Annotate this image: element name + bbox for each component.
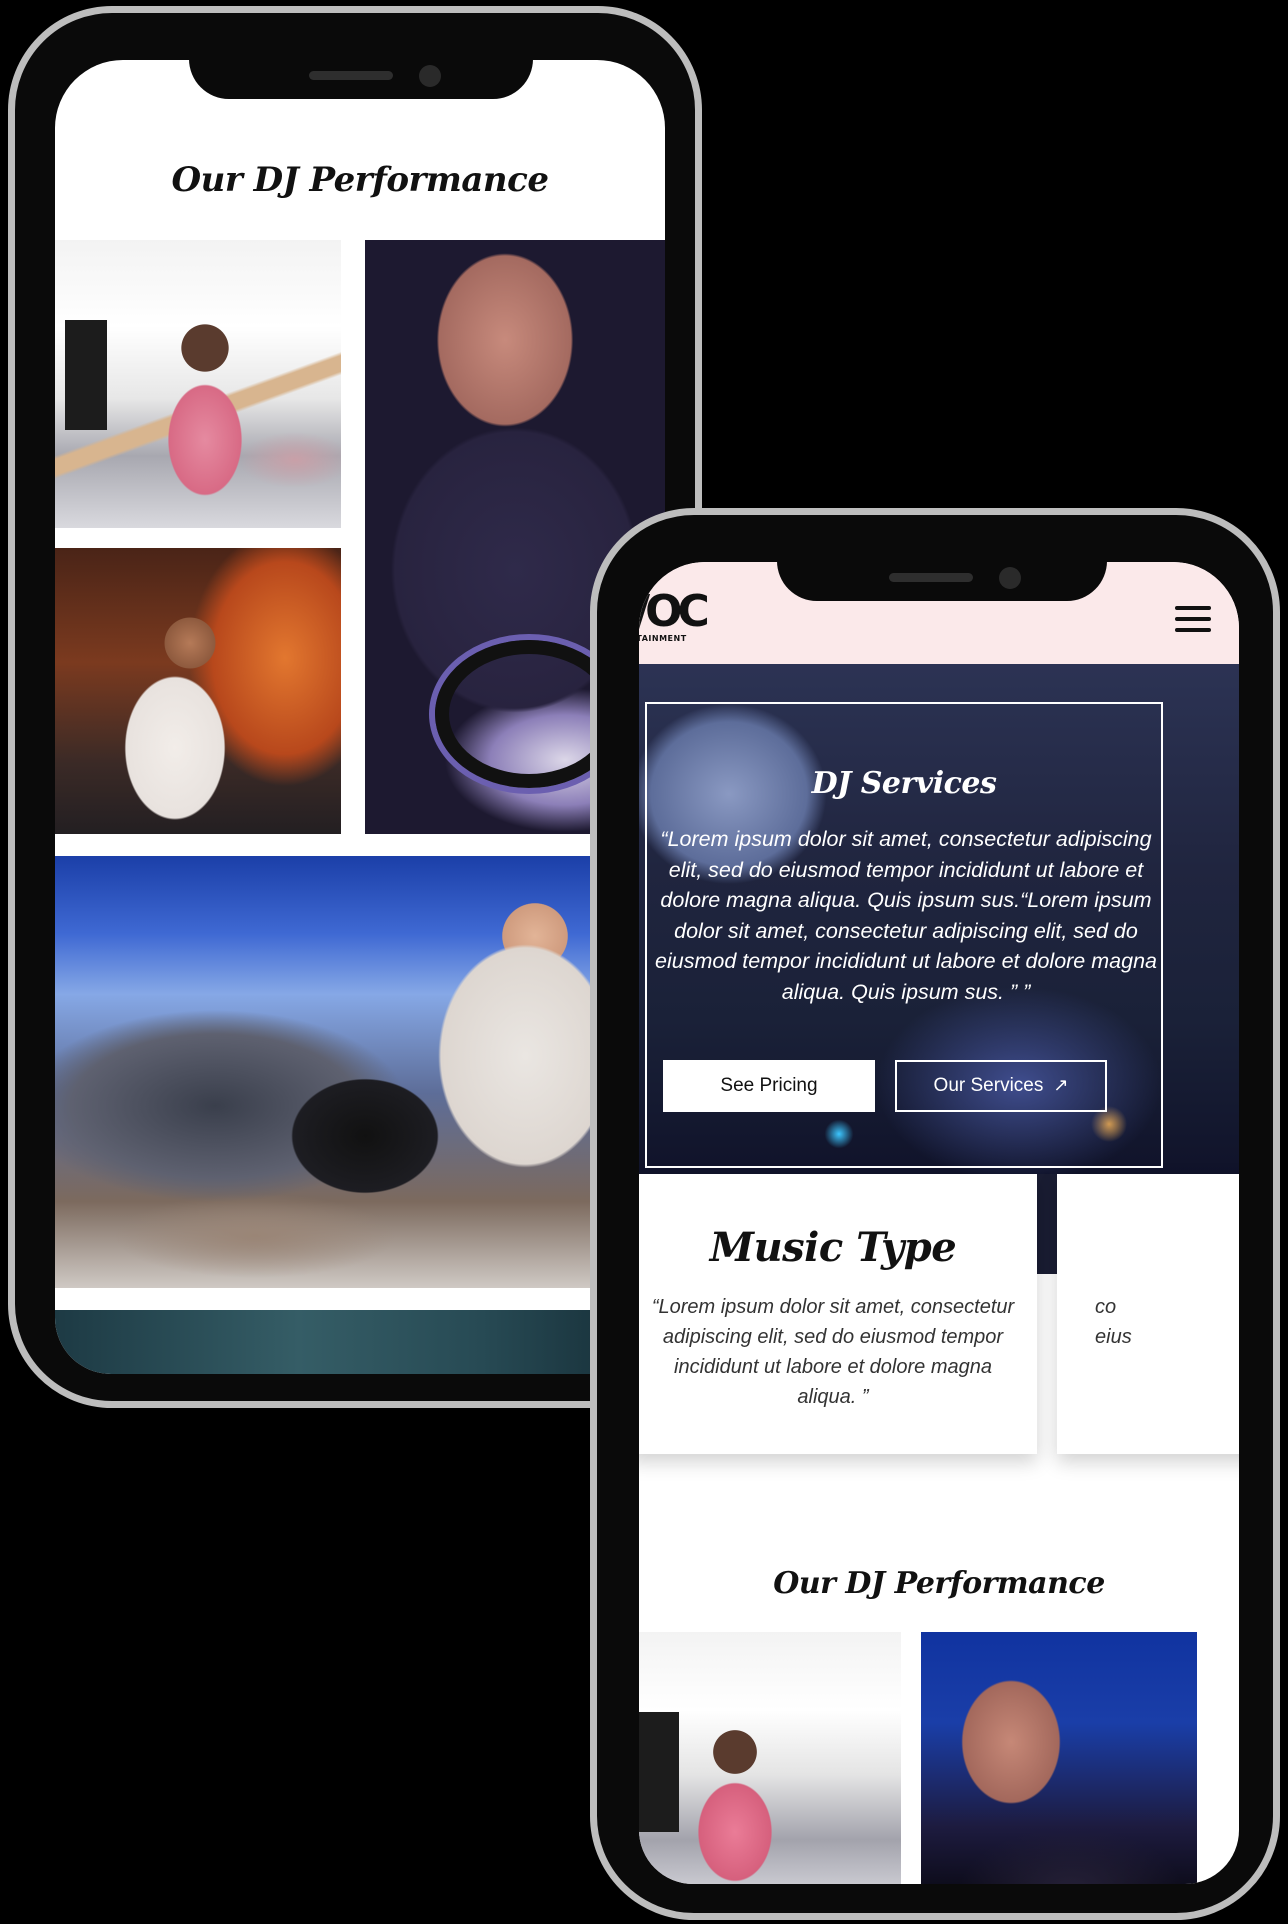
dj-arm-raised-photo[interactable] <box>55 240 341 528</box>
phone-screen-left: Our DJ Performance <box>55 60 665 1374</box>
next-photo-strip[interactable] <box>55 1310 665 1374</box>
our-services-button[interactable]: Our Services ↗ <box>895 1060 1107 1112</box>
second-card-partial[interactable]: co eius <box>1057 1174 1239 1454</box>
hamburger-menu-icon[interactable] <box>1175 606 1211 632</box>
hero-description: “Lorem ipsum dolor sit amet, consectetur… <box>655 827 1157 1004</box>
speaker-grille <box>889 573 973 582</box>
card-text: “Lorem ipsum dolor sit amet, consectetur… <box>651 1296 1015 1408</box>
phone-notch <box>777 555 1107 601</box>
hero-frame: DJ Services “Lorem ipsum dolor sit amet,… <box>645 702 1163 1168</box>
card-title: Music Type <box>709 1224 957 1271</box>
hero-section: DJ Services “Lorem ipsum dolor sit amet,… <box>639 664 1239 1174</box>
dj-purple-tee-photo[interactable] <box>921 1632 1197 1884</box>
camera-icon <box>999 567 1021 589</box>
speaker-grille <box>309 71 393 80</box>
camera-icon <box>419 65 441 87</box>
dj-arm-raised-photo[interactable] <box>639 1632 901 1884</box>
music-type-card[interactable]: Music Type “Lorem ipsum dolor sit amet, … <box>639 1174 1037 1454</box>
hero-title: DJ Services <box>811 766 997 801</box>
logo-mark: A/OC <box>639 586 710 637</box>
see-pricing-button[interactable]: See Pricing <box>663 1060 875 1112</box>
section-title: Our DJ Performance <box>171 160 549 200</box>
dj-brick-wall-photo[interactable] <box>55 548 341 834</box>
card-text-partial: co eius <box>1095 1296 1132 1348</box>
phone-notch <box>189 53 533 99</box>
phone-screen-right: A/OC ENTERTAINMENT DJ Services “Lorem ip… <box>639 562 1239 1884</box>
phone-mockup-right: A/OC ENTERTAINMENT DJ Services “Lorem ip… <box>590 508 1280 1920</box>
brand-logo[interactable]: A/OC ENTERTAINMENT <box>639 590 745 650</box>
tent-dance-floor-photo[interactable] <box>55 856 665 1288</box>
our-services-label: Our Services <box>933 1075 1044 1096</box>
arrow-up-right-icon: ↗ <box>1053 1075 1069 1095</box>
section-title: Our DJ Performance <box>773 1566 1105 1601</box>
